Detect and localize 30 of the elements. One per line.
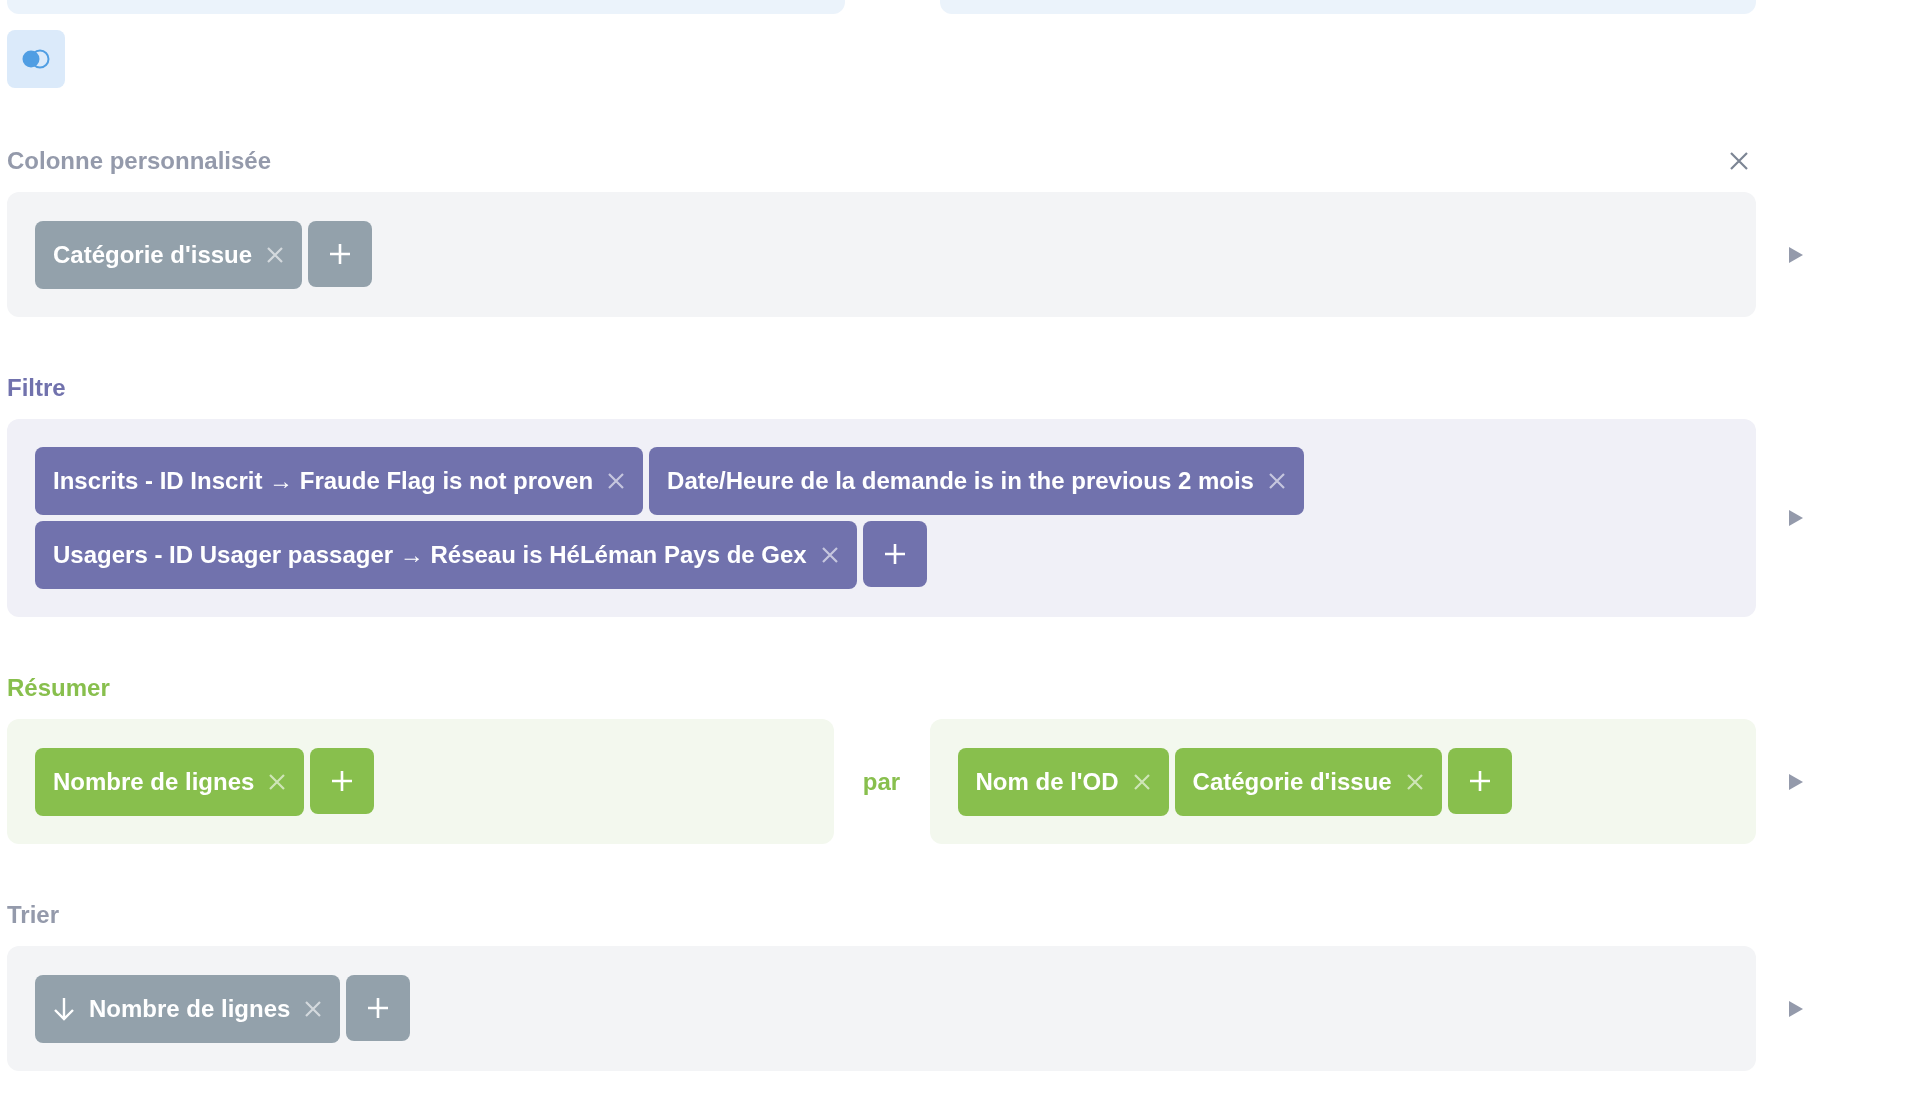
- plus-icon: [328, 241, 353, 266]
- plus-icon: [366, 995, 391, 1020]
- query-chip[interactable]: Date/Heure de la demande is in the previous 2 mois: [649, 447, 1304, 515]
- plus-icon: [330, 768, 355, 793]
- section-title: Trier: [7, 900, 60, 930]
- plus-icon: [1467, 768, 1492, 793]
- section-title: Filtre: [7, 373, 66, 403]
- add-button[interactable]: [862, 521, 927, 587]
- join-button[interactable]: [7, 30, 65, 88]
- joiner-label: par: [861, 767, 902, 796]
- query-chip[interactable]: Nombre de lignes: [35, 747, 305, 816]
- query-chip[interactable]: Catégorie d'issue: [1174, 747, 1442, 816]
- play-icon[interactable]: [1788, 772, 1804, 791]
- section-title: Résumer: [7, 673, 110, 703]
- plus-icon: [882, 542, 907, 566]
- play-icon[interactable]: [1788, 245, 1804, 264]
- add-button[interactable]: [308, 220, 373, 287]
- section-title: Colonne personnalisée: [7, 146, 272, 176]
- add-button[interactable]: [346, 974, 411, 1041]
- play-icon[interactable]: [1788, 509, 1804, 527]
- query-chip[interactable]: Inscrits - ID Inscrit → Fraude Flag is not proven: [35, 447, 644, 515]
- add-button[interactable]: [1447, 747, 1512, 814]
- query-chip[interactable]: Nombre de lignes: [35, 974, 341, 1043]
- play-icon[interactable]: [1788, 999, 1804, 1018]
- query-chip[interactable]: Catégorie d'issue: [35, 220, 303, 289]
- add-button[interactable]: [310, 747, 375, 814]
- venn-icon: [21, 49, 51, 69]
- query-chip[interactable]: Usagers - ID Usager passager → Réseau is HéLéman Pays de Gex: [35, 521, 857, 589]
- close-icon[interactable]: [1728, 150, 1750, 172]
- query-chip[interactable]: Nom de l'OD: [957, 747, 1169, 816]
